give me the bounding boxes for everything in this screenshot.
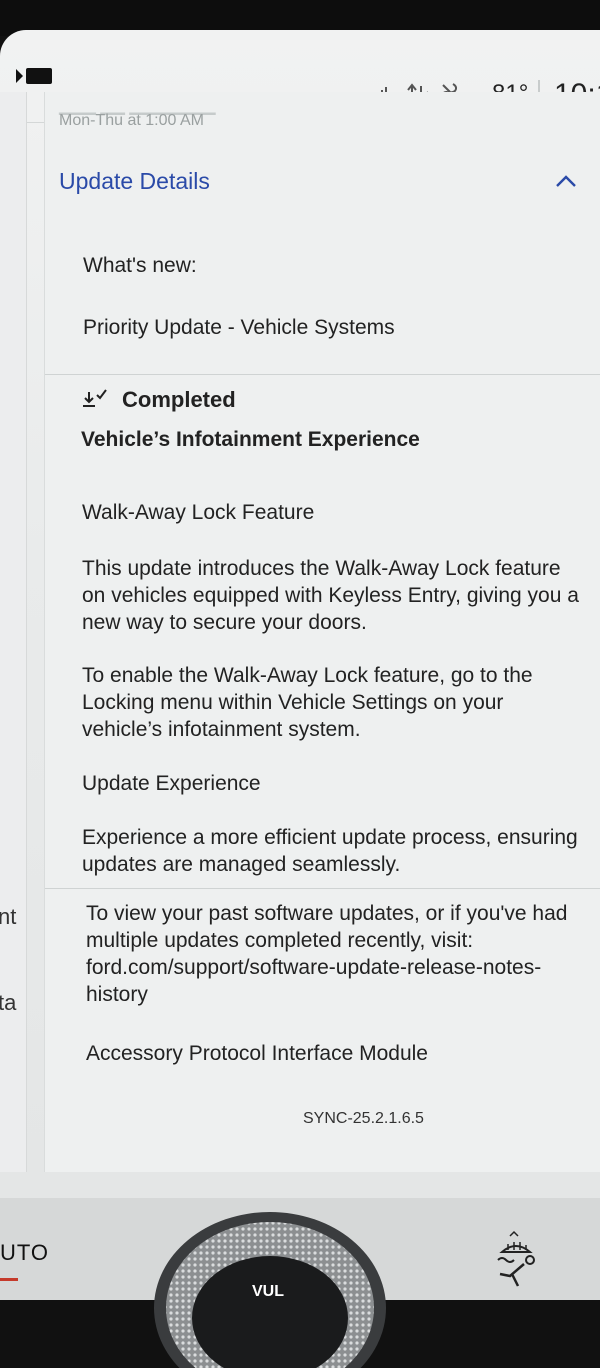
download-complete-icon bbox=[83, 389, 107, 407]
truncated-left-label: nt bbox=[0, 904, 17, 929]
update-experience-title: Update Experience bbox=[82, 772, 261, 795]
software-version: SYNC-25.2.1.6.5 bbox=[303, 1110, 424, 1127]
update-experience-description: Experience a more efficient update proce… bbox=[82, 824, 578, 878]
left-background-panel: nt ta bbox=[0, 92, 27, 1172]
text-line: vehicle’s infotainment system. bbox=[82, 718, 361, 741]
rear-defrost-icon[interactable] bbox=[492, 1230, 540, 1290]
module-name: Accessory Protocol Interface Module bbox=[86, 1042, 428, 1065]
release-notes-link: history bbox=[86, 983, 148, 1006]
sidebar-toggle-icon[interactable] bbox=[16, 66, 56, 86]
text-line: Locking menu within Vehicle Settings on … bbox=[82, 691, 504, 714]
truncated-left-label: ta bbox=[0, 990, 17, 1015]
text-line: updates are managed seamlessly. bbox=[82, 853, 401, 876]
update-details-title[interactable]: Update Details bbox=[59, 168, 210, 195]
text-line: To enable the Walk-Away Lock feature, go… bbox=[82, 664, 533, 687]
auto-climate-label[interactable]: UTO bbox=[0, 1240, 49, 1266]
enable-instructions: To enable the Walk-Away Lock feature, go… bbox=[82, 662, 533, 743]
volume-knob-label: VUL bbox=[252, 1283, 284, 1300]
update-details-panel: ▁▁▁ ▁▁ ▁▁▁▁▁▁▁ Mon-Thu at 1:00 AM Update… bbox=[44, 92, 600, 1172]
chevron-up-icon[interactable] bbox=[553, 172, 579, 190]
text-line: Experience a more efficient update proce… bbox=[82, 826, 578, 849]
text-line: multiple updates completed recently, vis… bbox=[86, 929, 474, 952]
text-line: This update introduces the Walk-Away Loc… bbox=[82, 557, 561, 580]
whats-new-label: What's new: bbox=[83, 254, 197, 277]
section-divider bbox=[45, 374, 600, 375]
auto-indicator bbox=[0, 1278, 18, 1281]
priority-update-text: Priority Update - Vehicle Systems bbox=[83, 316, 395, 339]
feature-title: Walk-Away Lock Feature bbox=[82, 501, 315, 524]
feature-description: This update introduces the Walk-Away Loc… bbox=[82, 555, 579, 636]
release-notes-link: ford.com/support/software-update-release… bbox=[86, 956, 542, 979]
update-schedule-text: Mon-Thu at 1:00 AM bbox=[59, 112, 204, 129]
text-line: To view your past software updates, or i… bbox=[86, 902, 568, 925]
text-line: on vehicles equipped with Keyless Entry,… bbox=[82, 584, 579, 607]
text-line: new way to secure your doors. bbox=[82, 611, 367, 634]
completed-status: Completed bbox=[122, 387, 236, 412]
section-divider bbox=[45, 888, 600, 889]
past-updates-info: To view your past software updates, or i… bbox=[86, 900, 567, 1008]
section-heading: Vehicle’s Infotainment Experience bbox=[81, 428, 420, 451]
